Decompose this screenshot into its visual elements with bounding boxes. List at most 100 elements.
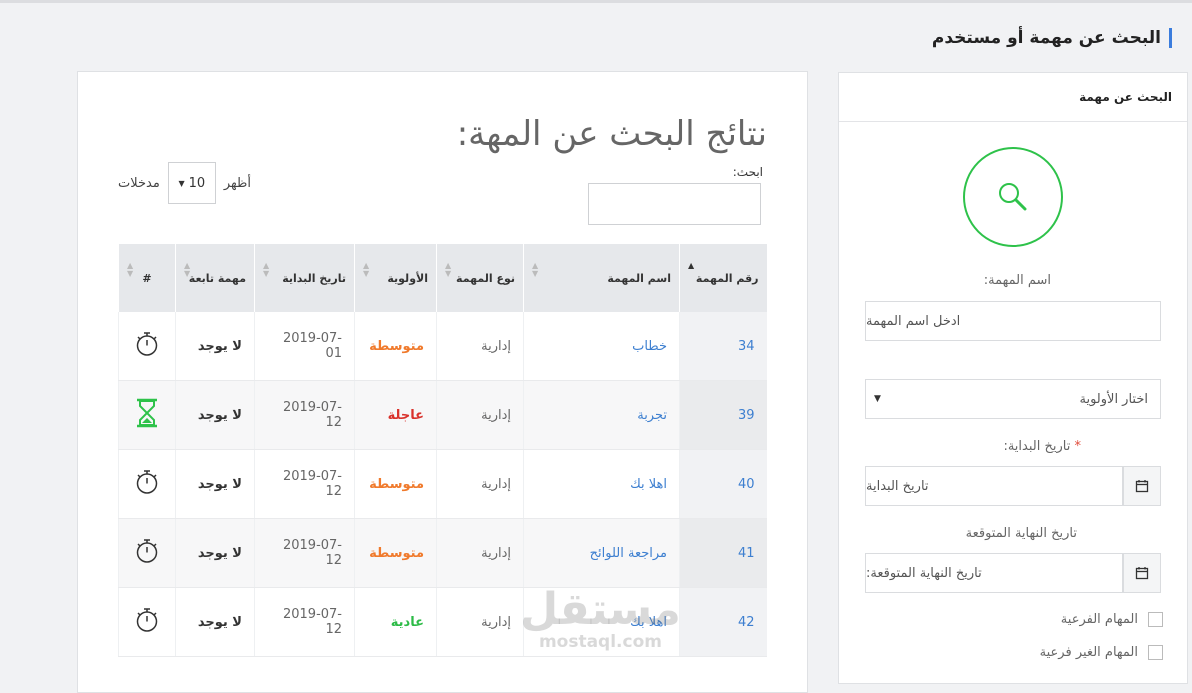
priority-badge: متوسطة bbox=[369, 545, 424, 561]
stopwatch-icon bbox=[136, 608, 158, 632]
priority-badge: متوسطة bbox=[369, 476, 424, 492]
priority-cell: متوسطة bbox=[354, 312, 437, 381]
col-header-subtask-label: مهمة تابعة bbox=[188, 271, 246, 285]
watermark-latin: mostaql.com bbox=[538, 632, 662, 652]
table-row[interactable]: 40 اهلا بك إدارية متوسطة 2019-07-12 لا ي… bbox=[118, 449, 767, 519]
task-type-cell: إدارية bbox=[436, 380, 524, 450]
caret-down-icon: ▼ bbox=[178, 178, 185, 188]
end-date-input[interactable]: تاريخ النهاية المتوقعة: bbox=[865, 553, 1123, 593]
task-id-cell[interactable]: 42 bbox=[679, 587, 767, 657]
end-date-label: تاريخ النهاية المتوقعة bbox=[965, 526, 1077, 541]
task-id-link[interactable]: 40 bbox=[738, 477, 755, 492]
sort-asc-icon: ▲ bbox=[688, 261, 695, 270]
task-name-link[interactable]: تجربة bbox=[637, 408, 667, 423]
watermark-arabic: مستقل bbox=[520, 584, 681, 635]
col-header-name-label: اسم المهمة bbox=[607, 271, 671, 285]
task-id-cell[interactable]: 40 bbox=[679, 449, 767, 519]
task-id-cell[interactable]: 34 bbox=[679, 312, 767, 381]
col-header-id[interactable]: ▲ رقم المهمة bbox=[679, 244, 767, 312]
status-cell bbox=[118, 449, 176, 519]
page-title: البحث عن مهمة أو مستخدم bbox=[932, 26, 1172, 50]
col-header-type[interactable]: ▲ ▼ نوع المهمة bbox=[436, 244, 524, 312]
start-date-cell: 2019-07-12 bbox=[254, 449, 355, 519]
col-header-hash[interactable]: ▲ ▼ # bbox=[118, 244, 176, 312]
subtask-value: لا يوجد bbox=[197, 338, 242, 354]
status-cell bbox=[118, 518, 176, 588]
task-type-cell: إدارية bbox=[436, 449, 524, 519]
table-search-input[interactable] bbox=[588, 183, 761, 225]
task-name-label: اسم المهمة: bbox=[983, 273, 1051, 288]
task-id-link[interactable]: 41 bbox=[738, 546, 755, 561]
calendar-icon bbox=[1135, 480, 1149, 493]
task-id-link[interactable]: 42 bbox=[738, 615, 755, 630]
non-subtasks-option[interactable]: المهام الغير فرعية bbox=[1040, 645, 1163, 660]
task-name-link[interactable]: مراجعة اللوائح bbox=[590, 546, 667, 561]
entries-label: مدخلات bbox=[118, 175, 160, 191]
task-name-link[interactable]: اهلا بك bbox=[630, 477, 667, 492]
show-label: أظهر bbox=[223, 175, 251, 191]
sort-icon: ▲ ▼ bbox=[363, 261, 370, 278]
task-name-cell[interactable]: مراجعة اللوائح bbox=[523, 518, 680, 588]
task-name-input[interactable]: ادخل اسم المهمة bbox=[865, 301, 1161, 341]
task-search-panel: البحث عن مهمة اسم المهمة: ادخل اسم المهم… bbox=[838, 72, 1188, 684]
task-id-cell[interactable]: 41 bbox=[679, 518, 767, 588]
status-cell bbox=[118, 587, 176, 657]
col-header-start[interactable]: ▲ ▼ تاريخ البداية bbox=[254, 244, 355, 312]
end-date-calendar-button[interactable] bbox=[1123, 553, 1161, 593]
priority-cell: عادية bbox=[354, 587, 437, 657]
task-id-cell[interactable]: 39 bbox=[679, 380, 767, 450]
table-row[interactable]: 41 مراجعة اللوائح إدارية متوسطة 2019-07-… bbox=[118, 518, 767, 588]
calendar-icon bbox=[1135, 567, 1149, 580]
table-row[interactable]: 39 تجربة إدارية عاجلة 2019-07-12 لا يوجد bbox=[118, 380, 767, 450]
sort-icon: ▲ ▼ bbox=[445, 261, 452, 278]
priority-cell: متوسطة bbox=[354, 518, 437, 588]
subtask-cell: لا يوجد bbox=[175, 449, 255, 519]
table-row[interactable]: 34 خطاب إدارية متوسطة 2019-07-01 لا يوجد bbox=[118, 312, 767, 381]
col-header-type-label: نوع المهمة bbox=[456, 271, 515, 285]
task-name-cell[interactable]: اهلا بك bbox=[523, 449, 680, 519]
subtask-value: لا يوجد bbox=[197, 476, 242, 492]
subtask-value: لا يوجد bbox=[197, 614, 242, 630]
col-header-start-label: تاريخ البداية bbox=[282, 271, 346, 285]
start-date-cell: 2019-07-12 bbox=[254, 518, 355, 588]
subtasks-option[interactable]: المهام الفرعية bbox=[1061, 612, 1163, 627]
priority-select[interactable]: اختار الأولوية ▼ bbox=[865, 379, 1161, 419]
subtask-cell: لا يوجد bbox=[175, 518, 255, 588]
col-header-priority-label: الأولوية bbox=[387, 271, 428, 285]
start-date-label-text: تاريخ البداية: bbox=[1003, 439, 1071, 454]
start-date-calendar-button[interactable] bbox=[1123, 466, 1161, 506]
col-header-name[interactable]: ▲ ▼ اسم المهمة bbox=[523, 244, 680, 312]
col-header-hash-label: # bbox=[142, 271, 152, 285]
task-name-placeholder: ادخل اسم المهمة bbox=[866, 313, 961, 329]
col-header-subtask[interactable]: ▲ ▼ مهمة تابعة bbox=[175, 244, 255, 312]
priority-badge: متوسطة bbox=[369, 338, 424, 354]
page-title-text: البحث عن مهمة أو مستخدم bbox=[931, 28, 1161, 48]
task-name-link[interactable]: خطاب bbox=[632, 339, 667, 354]
search-icon bbox=[999, 183, 1027, 211]
task-id-link[interactable]: 34 bbox=[738, 339, 755, 354]
page-length-select[interactable]: ▼ 10 bbox=[167, 162, 216, 204]
col-header-priority[interactable]: ▲ ▼ الأولوية bbox=[354, 244, 437, 312]
sort-icon: ▲ ▼ bbox=[184, 261, 191, 278]
status-cell bbox=[118, 380, 176, 450]
start-date-input[interactable]: تاريخ البداية bbox=[865, 466, 1123, 506]
search-circle bbox=[963, 147, 1063, 247]
table-search-label: ابحث: bbox=[732, 165, 763, 179]
task-name-cell[interactable]: تجربة bbox=[523, 380, 680, 450]
page-length-control: مدخلات ▼ 10 أظهر bbox=[118, 162, 251, 204]
watermark: مستقل mostaql.com bbox=[520, 584, 681, 653]
subtask-cell: لا يوجد bbox=[175, 587, 255, 657]
page-length-value: 10 bbox=[188, 175, 206, 191]
non-subtasks-label: المهام الغير فرعية bbox=[1039, 645, 1138, 660]
sort-icon: ▲ ▼ bbox=[127, 261, 134, 278]
stopwatch-icon bbox=[136, 332, 158, 356]
task-type-cell: إدارية bbox=[436, 518, 524, 588]
task-name-cell[interactable]: خطاب bbox=[523, 312, 680, 381]
subtasks-checkbox[interactable] bbox=[1148, 612, 1163, 627]
task-id-link[interactable]: 39 bbox=[738, 408, 755, 423]
subtask-value: لا يوجد bbox=[197, 545, 242, 561]
subtask-cell: لا يوجد bbox=[175, 312, 255, 381]
priority-badge: عادية bbox=[390, 614, 424, 630]
non-subtasks-checkbox[interactable] bbox=[1148, 645, 1163, 660]
start-date-label: * تاريخ البداية: bbox=[1003, 439, 1081, 454]
